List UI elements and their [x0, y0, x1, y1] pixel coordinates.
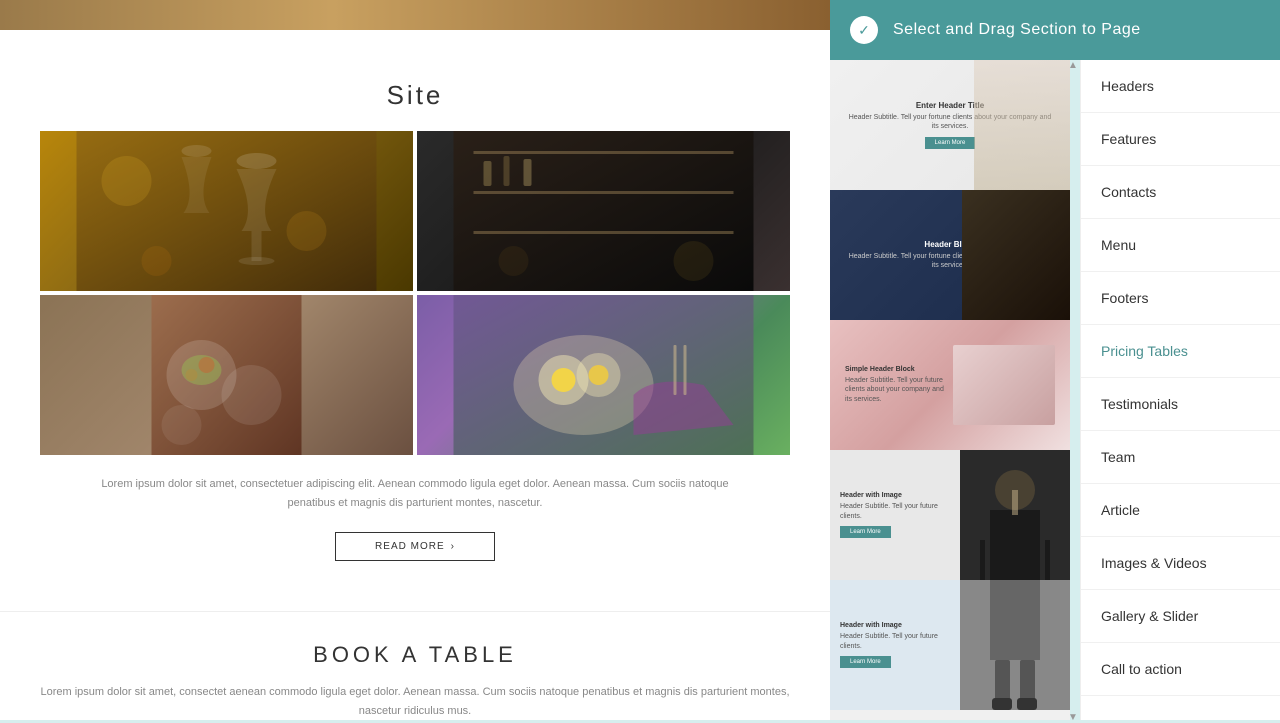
photo-grid — [40, 131, 790, 455]
thumbnail-3[interactable]: Simple Header Block Header Subtitle. Tel… — [830, 320, 1070, 450]
book-paragraph: Lorem ipsum dolor sit amet, consectet ae… — [40, 683, 790, 720]
panel-header-title: Select and Drag Section to Page — [893, 21, 1141, 39]
thumb-4-button[interactable]: Learn More — [840, 526, 891, 538]
photo-interior — [417, 131, 790, 291]
thumb-1-button[interactable]: Learn More — [925, 137, 976, 149]
thumb-5-subtitle: Header Subtitle. Tell your future client… — [840, 632, 950, 650]
nav-item-headers[interactable]: Headers — [1081, 60, 1280, 113]
thumb-5-title: Header with Image — [840, 622, 950, 629]
book-title: BOOK A TABLE — [40, 642, 790, 668]
site-section: Site — [0, 30, 830, 611]
thumbnails-area[interactable]: Enter Header Title Header Subtitle. Tell… — [830, 60, 1070, 720]
nav-item-images-videos[interactable]: Images & Videos — [1081, 537, 1280, 590]
nav-item-features[interactable]: Features — [1081, 113, 1280, 166]
lorem-paragraph: Lorem ipsum dolor sit amet, consectetuer… — [40, 475, 790, 512]
read-more-button[interactable]: READ MORE › — [335, 532, 495, 561]
thumbnail-4[interactable]: Header with Image Header Subtitle. Tell … — [830, 450, 1070, 580]
nav-item-menu[interactable]: Menu — [1081, 219, 1280, 272]
thumb-5-button[interactable]: Learn More — [840, 656, 891, 668]
main-content: Site — [0, 0, 830, 720]
photo-food-2 — [417, 295, 790, 455]
nav-item-gallery[interactable]: Gallery & Slider — [1081, 590, 1280, 643]
arrow-right-icon: › — [451, 541, 455, 552]
sidebar-nav: Headers Features Contacts Menu Footers P… — [1080, 60, 1280, 720]
thumbnail-5[interactable]: Header with Image Header Subtitle. Tell … — [830, 580, 1070, 710]
photo-wine — [40, 131, 413, 291]
nav-item-article[interactable]: Article — [1081, 484, 1280, 537]
thumbnail-1[interactable]: Enter Header Title Header Subtitle. Tell… — [830, 60, 1070, 190]
nav-item-cta[interactable]: Call to action — [1081, 643, 1280, 696]
nav-item-contacts[interactable]: Contacts — [1081, 166, 1280, 219]
thumb-3-subtitle: Header Subtitle. Tell your future client… — [845, 376, 948, 403]
nav-item-testimonials[interactable]: Testimonials — [1081, 378, 1280, 431]
scroll-up-arrow[interactable]: ▲ — [1068, 60, 1078, 71]
panel-header: ✓ Select and Drag Section to Page — [830, 0, 1280, 60]
thumb-4-subtitle: Header Subtitle. Tell your future client… — [840, 502, 950, 520]
site-title: Site — [40, 50, 790, 131]
thumb-3-title: Simple Header Block — [845, 366, 948, 373]
book-section: BOOK A TABLE Lorem ipsum dolor sit amet,… — [0, 611, 830, 720]
photo-food-1 — [40, 295, 413, 455]
scroll-down-arrow[interactable]: ▼ — [1068, 715, 1078, 720]
thumb-4-title: Header with Image — [840, 492, 950, 499]
nav-item-footers[interactable]: Footers — [1081, 272, 1280, 325]
nav-item-pricing[interactable]: Pricing Tables — [1081, 325, 1280, 378]
check-icon: ✓ — [850, 16, 878, 44]
thumbnail-2[interactable]: Header Block Header Subtitle. Tell your … — [830, 190, 1070, 320]
hero-image-top — [0, 0, 830, 30]
nav-item-team[interactable]: Team — [1081, 431, 1280, 484]
